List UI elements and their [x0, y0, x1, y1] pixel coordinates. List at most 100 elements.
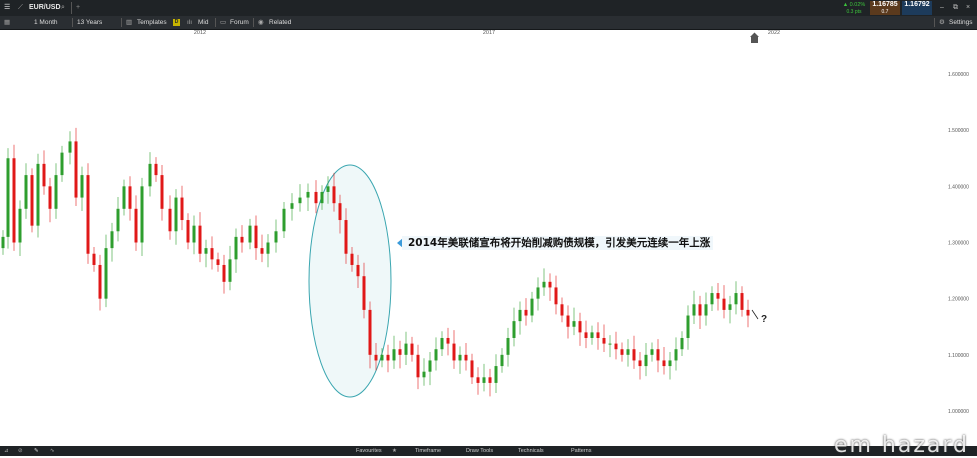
- candle-down: [48, 186, 52, 209]
- divider: [121, 18, 122, 27]
- candle-down: [356, 264, 360, 277]
- candle-up: [734, 293, 738, 305]
- candle-up: [392, 349, 396, 361]
- draw-tools-button[interactable]: Draw Tools: [466, 446, 493, 456]
- candle-down: [416, 354, 420, 378]
- candle-down: [548, 281, 552, 288]
- minimize-icon[interactable]: –: [940, 0, 944, 16]
- candle-up: [24, 175, 28, 209]
- forum-button[interactable]: Forum: [230, 16, 249, 29]
- candle-up: [512, 321, 516, 338]
- mid-icon: ılı: [187, 19, 193, 26]
- x-tick-label: 2022: [768, 30, 780, 36]
- layers-icon[interactable]: ⊿: [4, 446, 9, 456]
- candle-down: [632, 349, 636, 361]
- related-button[interactable]: Related: [269, 16, 291, 29]
- patterns-button[interactable]: Patterns: [571, 446, 591, 456]
- candle-down: [338, 203, 342, 221]
- candle-up: [440, 337, 444, 350]
- candle-up: [404, 343, 408, 355]
- magnet-icon[interactable]: ∿: [50, 446, 55, 456]
- candle-down: [488, 377, 492, 383]
- candle-down: [198, 225, 202, 254]
- candle-up: [692, 304, 696, 316]
- candle-down: [662, 360, 666, 367]
- candle-up: [274, 231, 278, 243]
- chart-annotation: 2014年美联储宣布将开始削减购债规模，引发美元连续一年上涨: [402, 236, 714, 250]
- candle-down: [344, 220, 348, 254]
- candle-up: [626, 349, 630, 355]
- sell-price-button[interactable]: 1.16785 0.7: [870, 1, 900, 15]
- popout-icon[interactable]: ⧉: [953, 0, 958, 16]
- star-icon: ★: [392, 448, 397, 454]
- favourites-button[interactable]: Favourites: [356, 446, 382, 456]
- candle-down: [716, 293, 720, 299]
- buy-price-button[interactable]: 1.16792: [902, 1, 932, 15]
- block-icon[interactable]: ⊘: [18, 446, 23, 456]
- candle-up: [228, 259, 232, 282]
- candle-up: [306, 191, 310, 198]
- range-selector[interactable]: 13 Years: [77, 16, 102, 29]
- candle-up: [542, 281, 546, 288]
- close-icon[interactable]: ×: [966, 0, 970, 16]
- question-mark: ?: [761, 314, 768, 325]
- interval-selector[interactable]: 1 Month: [34, 16, 58, 29]
- candle-down: [476, 377, 480, 383]
- candle-up: [506, 337, 510, 355]
- chart-type-icon[interactable]: ⟋: [18, 0, 23, 16]
- candle-up: [68, 141, 72, 153]
- chart-toolbar: ▦ 1 Month 13 Years ▥ Templates D ılı Mid…: [0, 16, 977, 30]
- candle-down: [584, 332, 588, 338]
- add-tab-icon[interactable]: +: [76, 0, 80, 16]
- candle-down: [92, 253, 96, 265]
- candle-down: [620, 349, 624, 355]
- candle-up: [266, 242, 270, 254]
- candle-up: [174, 197, 178, 232]
- divider: [934, 18, 935, 27]
- candle-up: [104, 248, 108, 299]
- candle-down: [446, 337, 450, 344]
- candle-up: [434, 349, 438, 361]
- candle-down: [350, 253, 354, 265]
- candle-down: [638, 360, 642, 367]
- technicals-button[interactable]: Technicals: [518, 446, 544, 456]
- candle-up: [116, 208, 120, 232]
- y-tick-label: 1.400000: [948, 184, 969, 190]
- candle-up: [674, 349, 678, 361]
- menu-icon[interactable]: ☰: [4, 0, 10, 16]
- candle-up: [290, 203, 294, 209]
- candle-up: [422, 371, 426, 378]
- y-tick-label: 1.100000: [948, 353, 969, 359]
- search-icon[interactable]: ⌕: [61, 0, 65, 16]
- candle-down: [524, 309, 528, 316]
- grid-icon[interactable]: ▦: [4, 16, 10, 29]
- forum-icon: ▭: [220, 19, 227, 26]
- candle-up: [36, 163, 40, 226]
- y-tick-label: 1.600000: [948, 72, 969, 78]
- home-marker-icon[interactable]: [750, 32, 759, 44]
- candle-down: [374, 354, 378, 361]
- pencil-icon[interactable]: ✎: [34, 446, 39, 456]
- candle-down: [210, 248, 214, 260]
- candle-up: [518, 309, 522, 322]
- templates-icon: ▥: [126, 19, 133, 26]
- candle-down: [332, 186, 336, 204]
- candle-up: [140, 186, 144, 243]
- candle-up: [728, 304, 732, 310]
- templates-button[interactable]: Templates: [137, 16, 167, 29]
- candle-down: [362, 276, 366, 310]
- candle-up: [482, 377, 486, 383]
- candle-down: [74, 141, 78, 198]
- candle-up: [710, 293, 714, 305]
- settings-button[interactable]: Settings: [949, 16, 973, 29]
- mid-button[interactable]: Mid: [198, 16, 208, 29]
- change-indicator: ▲ 0.02% 0.3 pts: [838, 1, 870, 15]
- candle-up: [494, 366, 498, 383]
- symbol-label[interactable]: EUR/USD: [29, 0, 61, 16]
- candle-up: [18, 208, 22, 243]
- ask-price: 1.16792: [904, 1, 930, 8]
- candle-down: [614, 343, 618, 350]
- timeframe-button[interactable]: Timeframe: [415, 446, 441, 456]
- candle-down: [740, 293, 744, 310]
- candle-down: [314, 191, 318, 204]
